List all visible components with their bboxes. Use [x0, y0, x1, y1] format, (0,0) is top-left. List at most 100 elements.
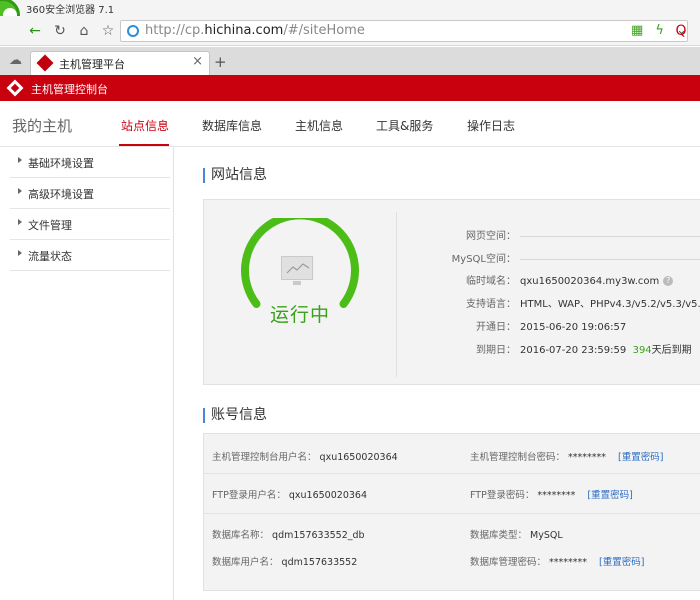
window-title: 360安全浏览器 7.1	[26, 5, 115, 16]
sidebar-item-label: 文件管理	[28, 219, 72, 232]
account-info-panel: 主机管理控制台用户名： qxu1650020364 主机管理控制台密码： ***…	[203, 433, 700, 591]
home-icon[interactable]: ⌂	[75, 22, 93, 40]
days-left-count: 394	[632, 345, 652, 356]
site-info-panel: 运行中 网页空间： MySQL空间： 临时域名： qxu1650020364.my…	[203, 199, 700, 385]
mysql-space-row: MySQL空间：	[399, 250, 700, 265]
caret-right-icon	[18, 250, 22, 256]
app-header: 主机管理控制台	[0, 75, 700, 101]
refresh-icon[interactable]: ↻	[51, 22, 69, 40]
expire-date-row: 到期日： 2016-07-20 23:59:59 394天后到期	[399, 341, 699, 356]
temp-domain-label: 临时域名：	[466, 276, 516, 287]
ftp-username-value: qxu1650020364	[288, 490, 367, 501]
globe-icon	[127, 25, 139, 37]
back-arrow-icon[interactable]: ←	[26, 22, 44, 40]
open-date-label: 开通日：	[476, 322, 516, 333]
tab-operation-log[interactable]: 操作日志	[467, 117, 515, 134]
info-divider	[396, 212, 397, 377]
tab-host-info[interactable]: 主机信息	[295, 117, 343, 134]
cp-account-row: 主机管理控制台用户名： qxu1650020364 主机管理控制台密码： ***…	[204, 434, 700, 474]
db-name-label: 数据库名称：	[212, 530, 270, 541]
ftp-username-cell: FTP登录用户名： qxu1650020364	[212, 487, 367, 501]
expire-date-value: 2016-07-20 23:59:59	[520, 345, 627, 356]
favorite-star-icon[interactable]: ☆	[99, 22, 117, 40]
web-space-row: 网页空间：	[399, 227, 700, 242]
sidebar-item-traffic-status[interactable]: 流量状态	[10, 240, 170, 271]
account-info-heading: 账号信息	[203, 408, 267, 423]
languages-row: 支持语言： HTML、WAP、PHPv4.3/v5.2/v5.3/v5.4/v	[399, 295, 700, 310]
running-status: 运行中	[270, 304, 331, 326]
db-type-cell: 数据库类型： MySQL	[470, 527, 563, 541]
web-space-label: 网页空间：	[466, 231, 516, 242]
caret-right-icon	[18, 188, 22, 194]
cp-password-value: ********	[568, 452, 607, 463]
reset-cp-password-link[interactable]: [重置密码]	[618, 452, 663, 463]
tab-strip: ☁ 主机管理平台 × +	[0, 47, 700, 75]
main-nav: 我的主机 站点信息 数据库信息 主机信息 工具&服务 操作日志	[0, 101, 700, 147]
tab-title: 主机管理平台	[59, 58, 125, 71]
sidebar-item-advanced-env[interactable]: 高级环境设置	[10, 178, 170, 209]
cp-username-cell: 主机管理控制台用户名： qxu1650020364	[212, 449, 398, 463]
sidebar: 基础环境设置 高级环境设置 文件管理 流量状态	[0, 147, 174, 600]
mysql-space-bar	[520, 258, 700, 260]
address-toolbar: ← ↻ ⌂ ☆ http://cp.hichina.com/#/siteHome…	[0, 16, 700, 46]
cp-username-value: qxu1650020364	[319, 452, 398, 463]
active-tab-underline	[119, 144, 169, 146]
my-host-title: 我的主机	[12, 117, 73, 135]
db-password-value: ********	[549, 557, 588, 568]
tab-tools-services[interactable]: 工具&服务	[376, 117, 433, 134]
web-space-bar	[520, 235, 700, 237]
browser-tab[interactable]: 主机管理平台 ×	[30, 51, 210, 75]
sidebar-item-label: 流量状态	[28, 250, 72, 263]
monitor-icon	[281, 256, 313, 285]
ftp-password-cell: FTP登录密码： ******** [重置密码]	[470, 487, 633, 501]
languages-label: 支持语言：	[466, 299, 516, 310]
cp-password-cell: 主机管理控制台密码： ******** [重置密码]	[470, 449, 663, 463]
sidebar-item-label: 基础环境设置	[28, 157, 94, 170]
reset-db-password-link[interactable]: [重置密码]	[599, 557, 644, 568]
url-text[interactable]: http://cp.hichina.com/#/siteHome	[145, 23, 365, 38]
help-icon[interactable]: ?	[663, 276, 674, 286]
sidebar-item-file-manager[interactable]: 文件管理	[10, 209, 170, 240]
mysql-space-label: MySQL空间：	[451, 254, 516, 265]
ftp-username-label: FTP登录用户名：	[212, 490, 286, 501]
ftp-account-row: FTP登录用户名： qxu1650020364 FTP登录密码： *******…	[204, 474, 700, 514]
site-info-heading: 网站信息	[203, 168, 267, 183]
cp-password-label: 主机管理控制台密码：	[470, 452, 566, 463]
app-logo-icon	[6, 79, 24, 97]
db-username-label: 数据库用户名：	[212, 557, 279, 568]
tab-site-info[interactable]: 站点信息	[121, 117, 169, 134]
tab-database-info[interactable]: 数据库信息	[202, 117, 262, 134]
qr-code-icon[interactable]: ▦	[631, 23, 643, 38]
url-bar[interactable]: http://cp.hichina.com/#/siteHome ▦ ϟ ⌄	[120, 20, 688, 42]
cloud-icon[interactable]: ☁	[9, 53, 22, 68]
ftp-password-label: FTP登录密码：	[470, 490, 535, 501]
browser-titlebar: 360安全浏览器 7.1	[0, 0, 700, 32]
db-name-value: qdm157633552_db	[272, 530, 365, 541]
days-left-suffix: 天后到期	[651, 345, 692, 356]
languages-value: HTML、WAP、PHPv4.3/v5.2/v5.3/v5.4/v	[520, 299, 700, 310]
db-username-cell: 数据库用户名： qdm157633552	[212, 554, 357, 568]
ftp-password-value: ********	[537, 490, 576, 501]
search-icon[interactable]: Q	[672, 22, 690, 40]
db-account-row: 数据库名称： qdm157633552_db 数据库类型： MySQL 数据库用…	[204, 514, 700, 592]
sidebar-item-basic-env[interactable]: 基础环境设置	[10, 147, 170, 178]
reset-ftp-password-link[interactable]: [重置密码]	[587, 490, 632, 501]
temp-domain-value[interactable]: qxu1650020364.my3w.com	[520, 276, 659, 287]
temp-domain-row: 临时域名： qxu1650020364.my3w.com?	[399, 272, 699, 287]
db-name-cell: 数据库名称： qdm157633552_db	[212, 527, 365, 541]
tab-close-icon[interactable]: ×	[192, 54, 203, 69]
db-password-label: 数据库管理密码：	[470, 557, 547, 568]
cp-username-label: 主机管理控制台用户名：	[212, 452, 317, 463]
open-date-value: 2015-06-20 19:06:57	[520, 322, 627, 333]
db-username-value: qdm157633552	[281, 557, 358, 568]
new-tab-button[interactable]: +	[214, 53, 227, 71]
db-type-label: 数据库类型：	[470, 530, 528, 541]
db-password-cell: 数据库管理密码： ******** [重置密码]	[470, 554, 644, 568]
app-title: 主机管理控制台	[31, 83, 108, 96]
db-type-value: MySQL	[530, 530, 563, 541]
lightning-icon[interactable]: ϟ	[655, 23, 664, 38]
expire-date-label: 到期日：	[476, 345, 516, 356]
caret-right-icon	[18, 157, 22, 163]
site-favicon-icon	[36, 54, 54, 72]
caret-right-icon	[18, 219, 22, 225]
